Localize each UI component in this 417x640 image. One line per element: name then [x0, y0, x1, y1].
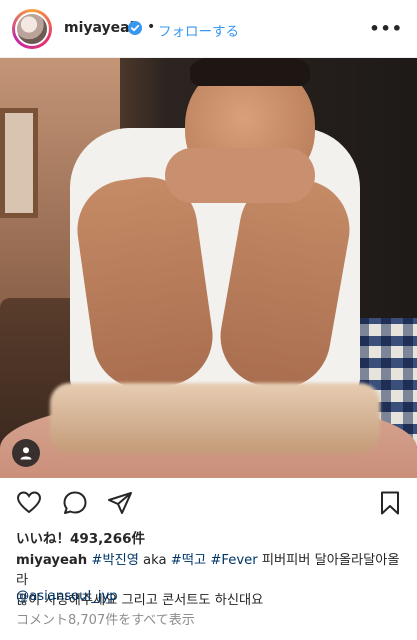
avatar-story-ring[interactable]: [12, 9, 52, 49]
more-options-button[interactable]: •••: [369, 19, 403, 38]
heart-icon[interactable]: [16, 490, 42, 516]
photo-hair: [190, 58, 310, 86]
share-icon[interactable]: [107, 490, 133, 516]
hashtag-link[interactable]: #떡고: [171, 553, 206, 568]
verified-badge-icon: [128, 21, 142, 35]
post-photo[interactable]: [0, 58, 417, 478]
post-header: miyayeah • フォローする •••: [0, 0, 417, 58]
photo-picture-frame: [0, 108, 38, 218]
user-tag-icon[interactable]: [12, 439, 40, 467]
mention-link[interactable]: @asiansoul_jyp: [16, 589, 118, 604]
follow-button[interactable]: フォローする: [158, 20, 239, 40]
bookmark-icon[interactable]: [377, 490, 403, 516]
caption-text: aka: [138, 553, 171, 568]
separator-dot: •: [147, 19, 156, 35]
caption-username[interactable]: miyayeah: [16, 553, 87, 568]
person-icon: [20, 447, 32, 460]
view-all-comments-link[interactable]: コメント8,707件をすべて表示: [16, 609, 195, 628]
like-count[interactable]: いいね！493,266件: [16, 527, 145, 547]
photo-fists: [165, 148, 315, 203]
comment-icon[interactable]: [62, 490, 88, 516]
hashtag-link[interactable]: #박진영: [91, 553, 138, 568]
avatar[interactable]: [15, 12, 49, 46]
photo-food: [50, 383, 380, 453]
hashtag-link[interactable]: #Fever: [210, 553, 257, 568]
action-bar: [0, 478, 417, 526]
